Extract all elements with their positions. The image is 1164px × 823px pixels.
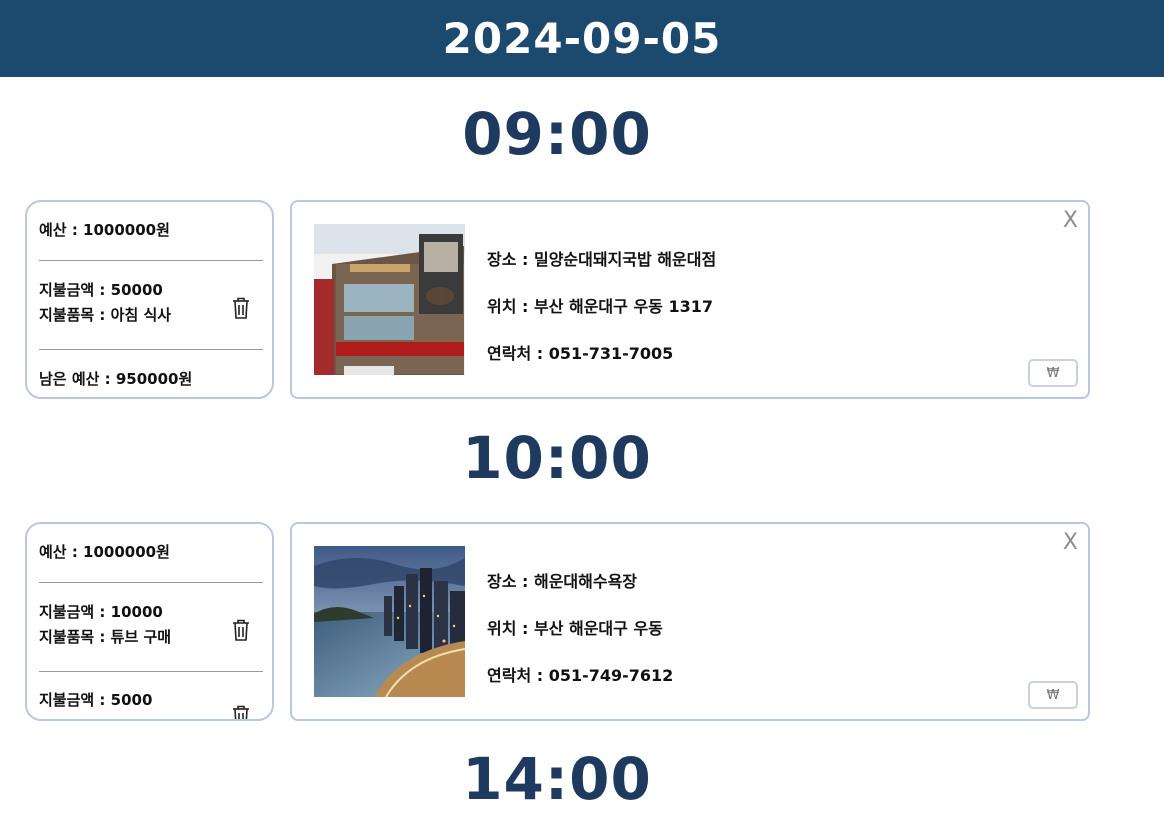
payment-amount: 지불금액 : 50000	[39, 281, 163, 299]
close-icon[interactable]: X	[1063, 208, 1078, 233]
restaurant-photo	[314, 224, 465, 375]
divider	[39, 260, 263, 261]
won-icon[interactable]: ₩	[1028, 681, 1078, 709]
divider	[39, 349, 263, 350]
trash-icon[interactable]	[230, 296, 252, 320]
budget-card-1000: 예산 : 1000000원 지불금액 : 10000 지불품목 : 튜브 구매 …	[25, 522, 274, 721]
payment-amount: 지불금액 : 10000	[39, 603, 163, 621]
place-name: 장소 : 밀양순대돼지국밥 해운대점	[487, 250, 717, 269]
payment-item: 지불품목 : 아침 식사	[39, 306, 172, 324]
budget-amount: 예산 : 1000000원	[39, 543, 170, 561]
place-contact: 연락처 : 051-731-7005	[487, 344, 674, 363]
place-location: 위치 : 부산 해운대구 우동 1317	[487, 297, 713, 316]
payment-amount: 지불금액 : 5000	[39, 691, 153, 709]
beach-photo	[314, 546, 465, 697]
time-heading-1000: 10:00	[462, 424, 652, 492]
payment-item: 지불품목 : 튜브 구매	[39, 628, 172, 646]
date-header: 2024-09-05	[0, 0, 1164, 77]
place-name: 장소 : 해운대해수욕장	[487, 572, 638, 591]
won-icon[interactable]: ₩	[1028, 359, 1078, 387]
divider	[39, 582, 263, 583]
time-heading-1400: 14:00	[462, 745, 652, 813]
date-title: 2024-09-05	[442, 14, 722, 63]
place-location: 위치 : 부산 해운대구 우동	[487, 619, 663, 638]
remaining-budget: 남은 예산 : 950000원	[39, 370, 193, 388]
trash-icon[interactable]	[230, 618, 252, 642]
place-card-0900: 장소 : 밀양순대돼지국밥 해운대점 위치 : 부산 해운대구 우동 1317 …	[290, 200, 1090, 399]
time-heading-0900: 09:00	[462, 100, 652, 168]
divider	[39, 671, 263, 672]
budget-card-0900: 예산 : 1000000원 지불금액 : 50000 지불품목 : 아침 식사 …	[25, 200, 274, 399]
close-icon[interactable]: X	[1063, 530, 1078, 555]
place-card-1000: 장소 : 해운대해수욕장 위치 : 부산 해운대구 우동 연락처 : 051-7…	[290, 522, 1090, 721]
budget-amount: 예산 : 1000000원	[39, 221, 170, 239]
place-contact: 연락처 : 051-749-7612	[487, 666, 674, 685]
trash-icon[interactable]	[230, 704, 252, 719]
